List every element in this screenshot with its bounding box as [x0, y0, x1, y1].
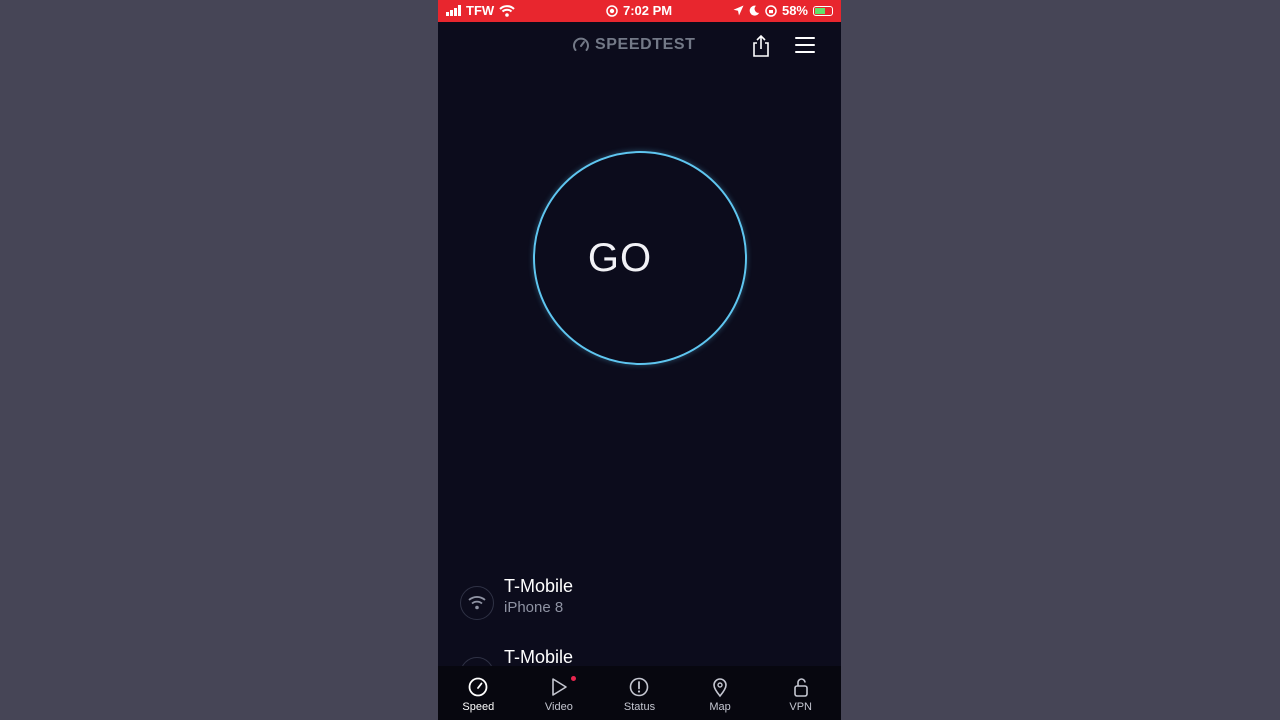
- go-label: GO: [587, 236, 653, 280]
- tab-speed-label: Speed: [462, 701, 495, 713]
- tab-map-label: Map: [709, 701, 731, 713]
- go-button[interactable]: GO: [533, 151, 747, 365]
- tab-video[interactable]: Video: [519, 666, 600, 720]
- tab-bar: Speed Video Status Map VPN: [438, 666, 841, 720]
- moon-icon: [749, 5, 760, 16]
- wifi-icon: [460, 586, 494, 620]
- device-name: iPhone 8: [504, 599, 564, 616]
- provider-name: T-Mobile: [504, 576, 574, 596]
- tab-map[interactable]: Map: [680, 666, 761, 720]
- rotation-lock-icon: [765, 4, 777, 17]
- server-provider-name: T-Mobile: [504, 647, 574, 667]
- tab-speed[interactable]: Speed: [438, 666, 519, 720]
- tab-status-label: Status: [623, 701, 656, 713]
- battery-icon: [813, 5, 833, 16]
- lock-icon: [793, 678, 808, 697]
- battery-percent: 58%: [781, 3, 808, 18]
- menu-button[interactable]: [795, 37, 815, 55]
- logo-text: SPEEDTEST: [595, 36, 696, 53]
- status-bar: TFW 7:02 PM 58%: [438, 0, 841, 22]
- carrier-name: TFW: [466, 3, 495, 18]
- speedtest-logo: SPEEDTEST: [572, 36, 696, 54]
- tab-vpn[interactable]: VPN: [760, 666, 841, 720]
- screen-record-icon: [606, 4, 618, 17]
- share-icon: [753, 34, 769, 57]
- location-icon: [733, 5, 744, 16]
- map-pin-icon: [713, 678, 727, 698]
- wifi-status-icon: [499, 4, 515, 17]
- phone-screen: TFW 7:02 PM 58% SPEEDTEST GO T-Mobile iP…: [438, 0, 841, 720]
- app-header: SPEEDTEST: [438, 22, 841, 70]
- speedometer-icon: [468, 677, 488, 697]
- tab-video-label: Video: [544, 701, 573, 713]
- share-button[interactable]: [750, 34, 772, 58]
- status-time: 7:02 PM: [623, 3, 673, 18]
- notification-badge: [570, 676, 576, 681]
- play-icon: [552, 678, 567, 696]
- signal-bars-icon: [446, 5, 461, 16]
- tab-status[interactable]: Status: [599, 666, 680, 720]
- speedometer-logo-icon: [573, 37, 589, 51]
- tab-vpn-label: VPN: [789, 701, 812, 713]
- alert-icon: [630, 677, 649, 697]
